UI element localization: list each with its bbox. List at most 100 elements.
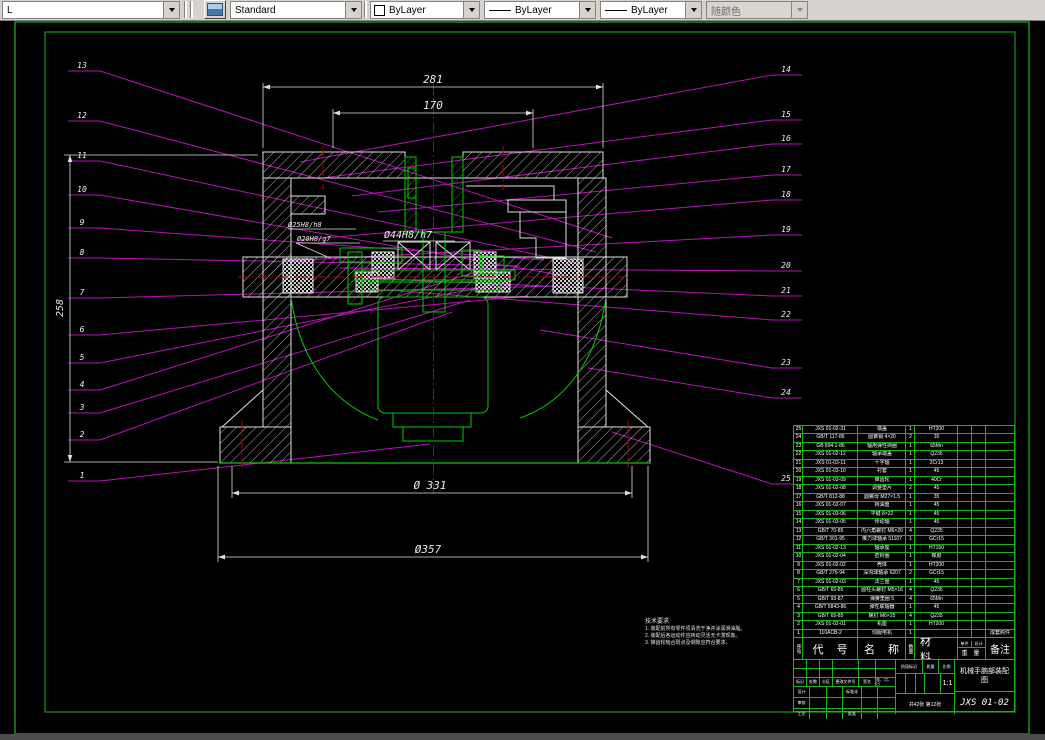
- chevron-down-icon: [690, 8, 697, 12]
- bom-cell: GB/T 301-95: [803, 536, 858, 544]
- bom-cell: [986, 579, 1013, 586]
- bom-header-row: 序号 代 号 名 称 数量 材 料 单件 总计 重 量 备注: [794, 638, 1014, 660]
- bom-cell: JXS 01-02-04: [803, 553, 858, 561]
- bom-cell: [972, 561, 986, 570]
- bom-header-code: 代 号: [803, 638, 858, 659]
- bom-cell: [972, 612, 986, 621]
- bom-cell: 45: [915, 485, 958, 493]
- bom-cell: 19: [795, 476, 803, 485]
- bom-cell: [972, 442, 986, 451]
- bom-cell: [958, 426, 972, 434]
- bom-cell: 65Mn: [915, 442, 958, 451]
- lineweight-combo-arrow[interactable]: [685, 2, 701, 18]
- bom-table: 25 JXS 01-02-31 端盖 1 HT200 24 GB/T 117-86 圆锥销 4…: [793, 425, 1015, 719]
- layer-control-combo[interactable]: L: [2, 1, 180, 19]
- bom-cell: [972, 485, 986, 493]
- text-style-button[interactable]: [204, 0, 226, 19]
- bom-cell: [958, 468, 972, 476]
- bom-cell: JXS 01-03-10: [803, 468, 858, 476]
- bom-cell: [986, 570, 1013, 577]
- fit-label-3: Ø44H8/h7: [384, 229, 432, 241]
- bom-cell: 1: [906, 510, 915, 519]
- bom-cell: [958, 519, 972, 527]
- bom-cell: 45: [915, 519, 958, 527]
- bom-header-remark: 备注: [990, 645, 1010, 656]
- part-callout-number: 19: [781, 225, 791, 234]
- leader-line: [539, 329, 773, 369]
- bom-cell: 13: [795, 527, 803, 536]
- bom-cell: [958, 570, 972, 578]
- bom-row: 10 JXS 01-02-04 密封圈 1 橡胶: [794, 553, 1014, 562]
- bom-row: 25 JXS 01-02-31 端盖 1 HT200: [794, 426, 1014, 435]
- bom-cell: [958, 442, 972, 451]
- bom-cell: HT200: [915, 561, 958, 570]
- bom-cell: 20: [795, 468, 803, 476]
- bom-row: 9 JXS 01-02-02 壳体 1 HT200: [794, 561, 1014, 571]
- bom-cell: [972, 621, 986, 629]
- bom-cell: 1: [906, 468, 915, 476]
- lineweight-control-combo[interactable]: ByLayer: [600, 1, 702, 19]
- plotstyle-combo-arrow: [791, 2, 807, 18]
- style-combo-arrow[interactable]: [345, 2, 361, 18]
- dim-331: Ø 331: [413, 479, 446, 492]
- linetype-preview-icon: [489, 9, 511, 11]
- dim-170: 170: [423, 99, 443, 112]
- bom-cell: 橡胶: [915, 553, 958, 561]
- bom-cell: Q235: [915, 612, 958, 621]
- bom-cell: [986, 477, 1013, 484]
- bom-cell: [972, 570, 986, 578]
- bom-cell: [972, 604, 986, 612]
- drawing-number: JXS 01-02: [960, 698, 1009, 708]
- bom-cell: 圆锥销 4×20: [858, 434, 906, 442]
- bom-cell: 1: [906, 544, 915, 553]
- bom-cell: HT200: [915, 621, 958, 629]
- bom-cell: 21: [795, 459, 803, 468]
- part-callout-number: 25: [781, 474, 791, 483]
- bom-cell: 1: [906, 502, 915, 510]
- bom-cell: 4: [794, 604, 803, 612]
- linetype-combo-arrow[interactable]: [579, 2, 595, 18]
- bom-cell: 深沟球轴承 6207: [858, 570, 906, 578]
- bom-cell: [986, 621, 1013, 628]
- title-block-revision-area: 标记 处数 分区 更改文件号 签名 年、月、日 设计 标准化 审核 工艺 批准: [794, 660, 896, 719]
- bom-cell: [986, 494, 1013, 501]
- bom-cell: [972, 476, 986, 485]
- layer-combo-arrow[interactable]: [163, 2, 179, 18]
- chevron-down-icon: [168, 8, 175, 12]
- bom-cell: 轴承端盖: [858, 451, 906, 459]
- bom-cell: [986, 587, 1013, 594]
- bom-cell: [915, 629, 958, 638]
- bom-cell: [986, 545, 1013, 552]
- color-combo-arrow[interactable]: [463, 2, 479, 18]
- bom-cell: [958, 561, 972, 570]
- bom-cell: 1: [906, 561, 915, 570]
- bom-cell: [958, 544, 972, 553]
- bom-cell: [972, 502, 986, 510]
- part-callout-number: 9: [80, 218, 85, 227]
- bom-header-seq: 序号: [795, 643, 802, 654]
- part-callout-number: 15: [781, 110, 791, 119]
- bom-header-material: 材 料: [915, 638, 958, 659]
- bom-cell: 1: [906, 553, 915, 561]
- bom-cell: 4: [906, 612, 915, 621]
- bom-cell: HT200: [915, 426, 958, 434]
- bom-cell: [986, 451, 1013, 458]
- bom-cell: GCr15: [915, 536, 958, 544]
- dim-258: 258: [55, 299, 66, 317]
- scale-value: 1:1: [942, 680, 953, 687]
- bom-cell: 25: [795, 426, 803, 434]
- bom-cell: 65Mn: [915, 595, 958, 604]
- bom-header-qty: 数量: [907, 643, 914, 654]
- bom-header-weight: 单件 总计 重 量: [958, 638, 986, 659]
- bom-cell: 2: [794, 621, 803, 629]
- bom-cell: [972, 468, 986, 476]
- color-control-combo[interactable]: ByLayer: [370, 1, 480, 19]
- bom-cell: 圆柱头螺钉 M5×16: [858, 587, 906, 595]
- bom-cell: 圆螺母 M27×1.5: [858, 493, 906, 502]
- bom-row: 18 JXS 01-02-08 调整垫片 2 45: [794, 485, 1014, 494]
- style-combo[interactable]: Standard: [230, 1, 362, 19]
- bom-cell: JXS 01-02-03: [803, 578, 858, 587]
- linetype-control-combo[interactable]: ByLayer: [484, 1, 596, 19]
- fit-label-2: Ø20H8/g7: [297, 235, 332, 243]
- bom-row: 12 GB/T 301-95 推力球轴承 51107 1 GCr15: [794, 536, 1014, 545]
